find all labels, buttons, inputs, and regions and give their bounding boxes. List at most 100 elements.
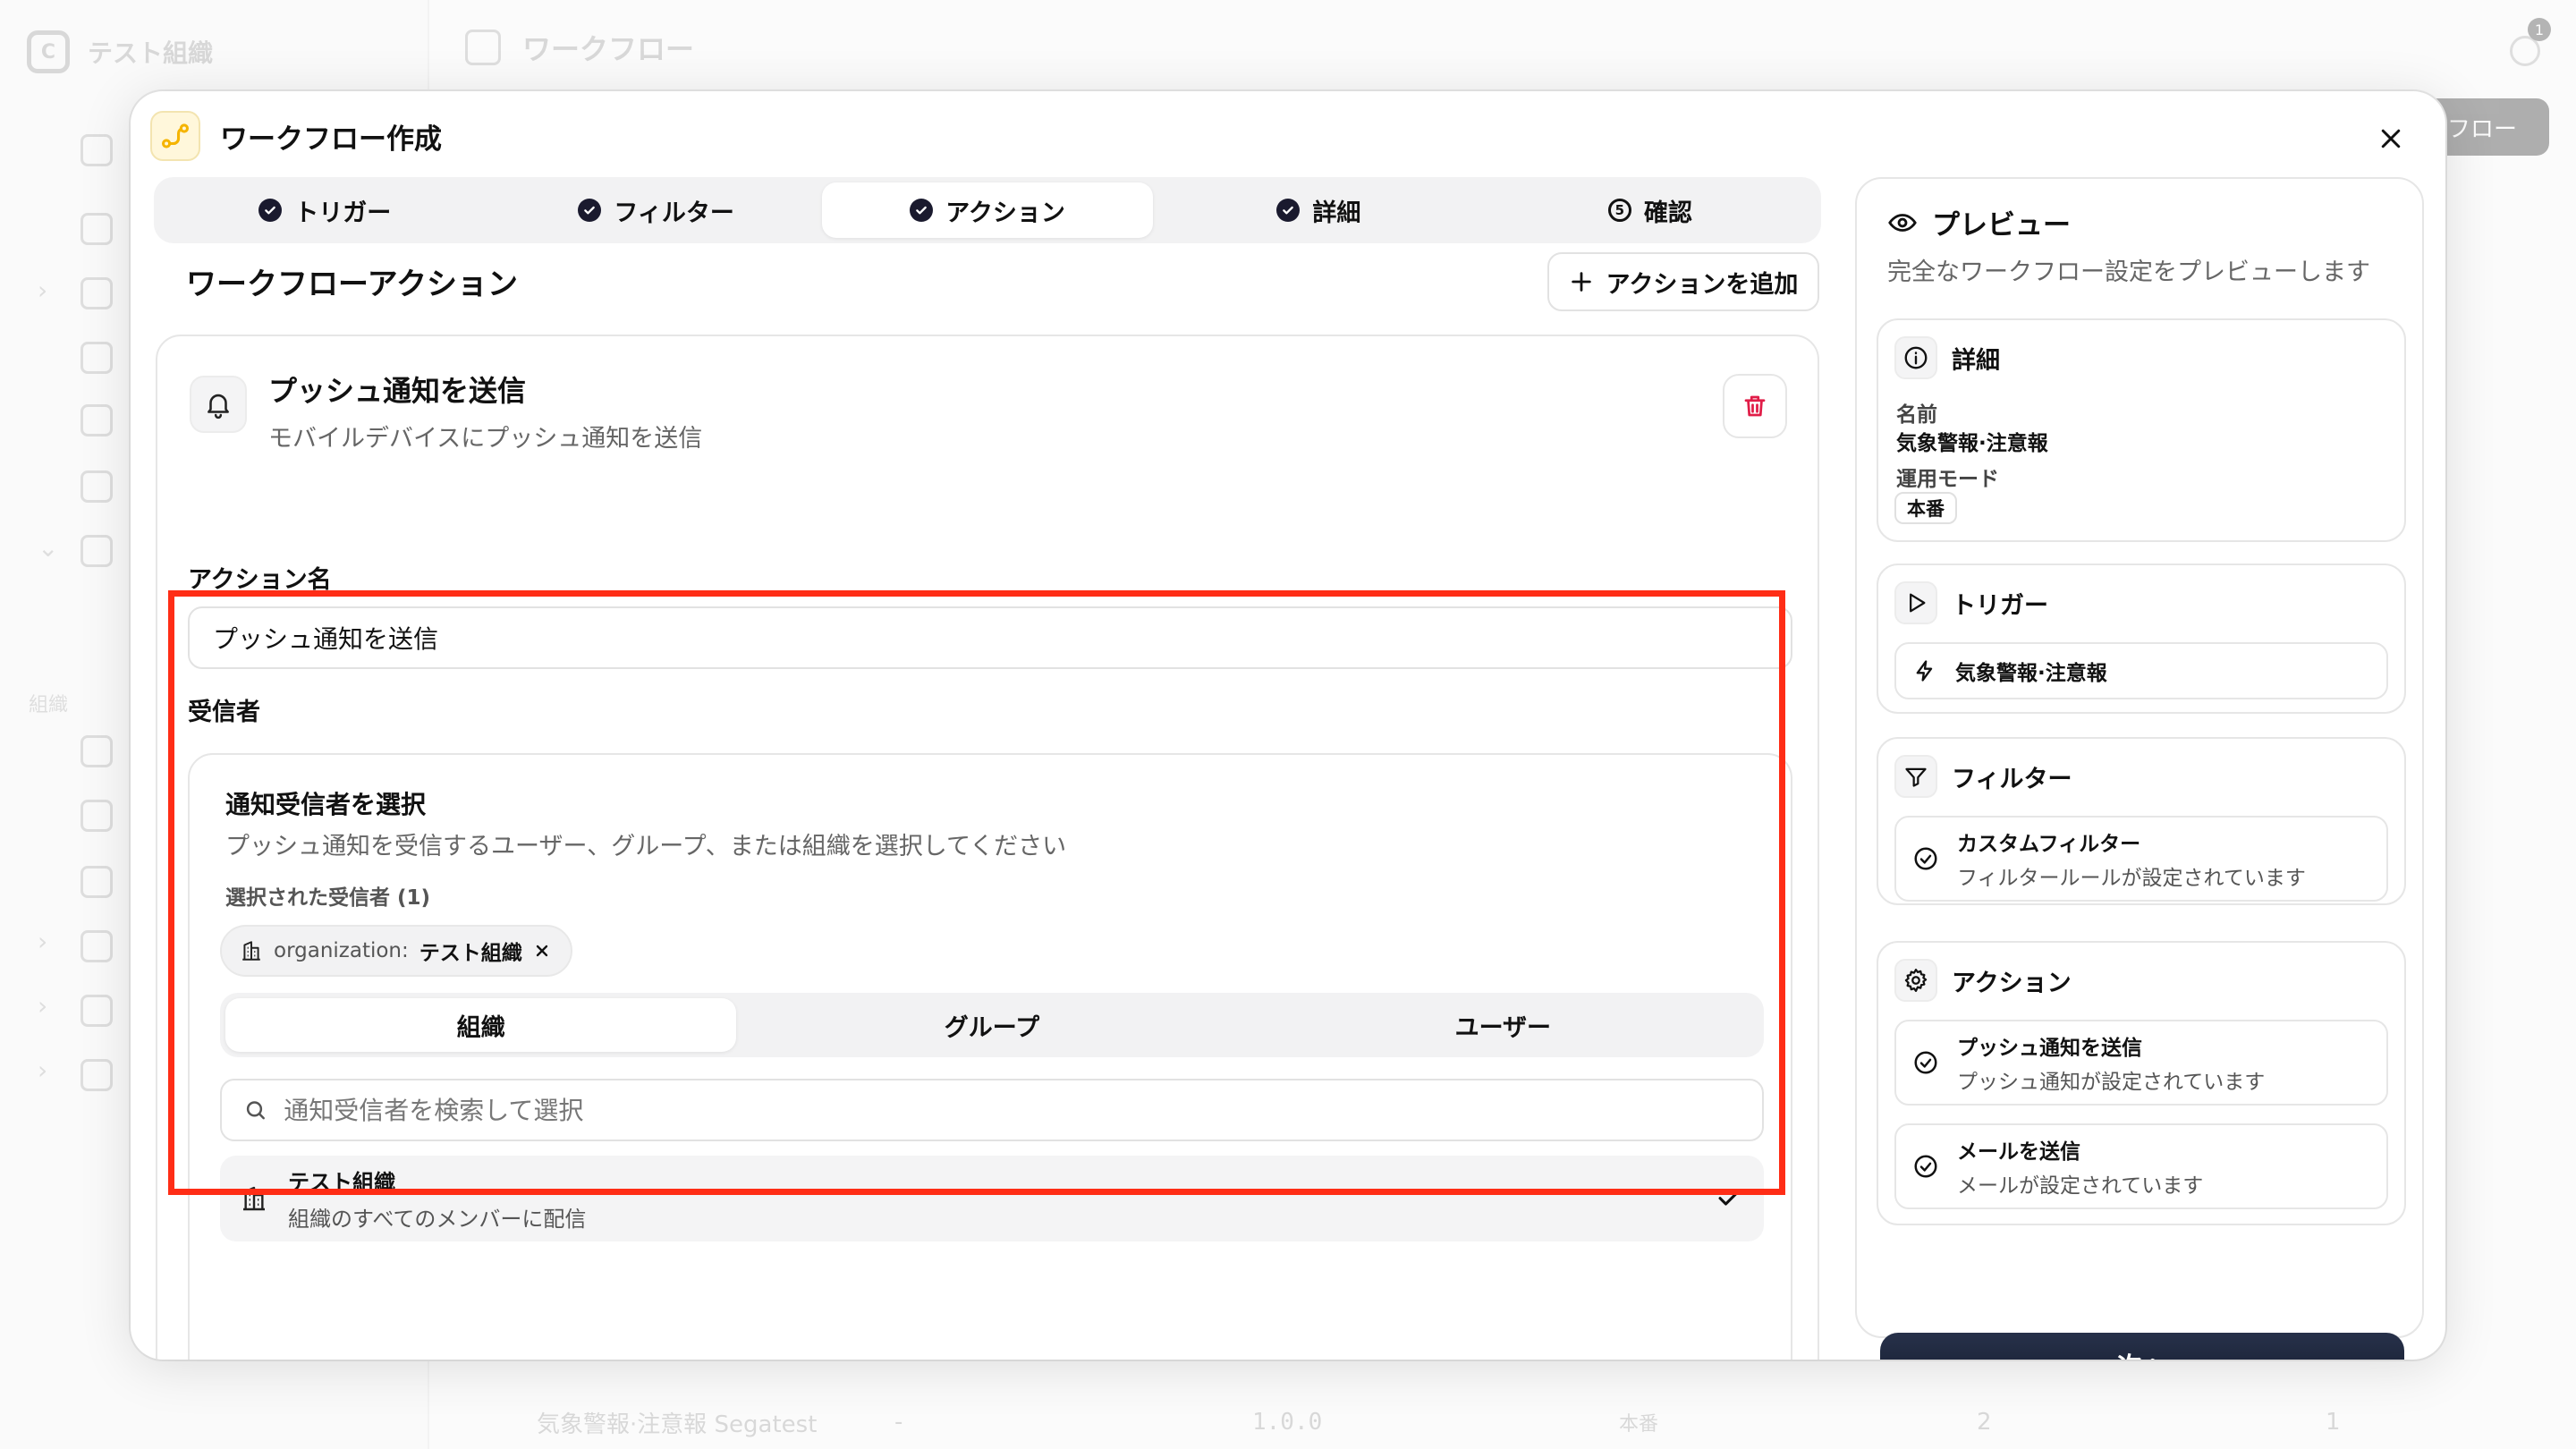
preview-trigger-header: トリガー (1894, 581, 2048, 624)
action-name-input[interactable] (188, 606, 1792, 669)
recipient-search-input[interactable] (284, 1095, 1741, 1125)
check-circle-icon (1914, 847, 1937, 870)
close-icon (536, 945, 547, 957)
name-label: 名前 (1896, 403, 1937, 427)
bg-org-name: テスト組織 (88, 38, 214, 68)
bg-page-header: ワークフロー (465, 27, 694, 68)
check-circle-icon (258, 199, 283, 222)
preview-filter-item-title: カスタムフィルター (1957, 833, 2141, 856)
bg-table-row: 気象警報·注意報 Segatest - 1.0.0 本番 2 1 (483, 1395, 2522, 1449)
bg-page-title: ワークフロー (522, 32, 695, 66)
recipient-option-title: テスト組織 (288, 1170, 395, 1195)
step-label: アクション (945, 199, 1065, 227)
action-title: プッシュ通知を送信 (268, 374, 527, 408)
step-confirm[interactable]: 5 確認 (1485, 182, 1816, 238)
mode-badge: 本番 (1894, 492, 1957, 524)
step-label: トリガー (294, 199, 392, 227)
preview-title-text: プレビュー (1932, 209, 2071, 242)
preview-filter-item: カスタムフィルター フィルタールールが設定されています (1894, 816, 2388, 902)
layers-icon (80, 342, 113, 374)
recipient-option[interactable]: テスト組織 組織のすべてのメンバーに配信 (220, 1156, 1764, 1241)
hierarchy-icon (80, 995, 113, 1027)
workflow-icon (465, 30, 501, 65)
tab-organization[interactable]: 組織 (225, 998, 737, 1052)
delete-action-button[interactable] (1723, 374, 1787, 438)
step-action[interactable]: アクション (821, 182, 1154, 238)
app-logo-icon: C (27, 30, 70, 73)
preview-filter-header: フィルター (1894, 755, 2072, 798)
step-label: 確認 (1643, 199, 1692, 227)
preview-actions-header: アクション (1894, 959, 2072, 1002)
tab-user[interactable]: ユーザー (1248, 998, 1758, 1052)
bg-row-name: 気象警報·注意報 Segatest (537, 1411, 818, 1438)
action-header: プッシュ通知を送信 モバイルデバイスにプッシュ通知を送信 (190, 369, 702, 453)
preview-trigger-item: 気象警報·注意報 (1894, 642, 2388, 699)
cube-icon (80, 277, 113, 309)
recipient-selector: 通知受信者を選択 プッシュ通知を受信するユーザー、グループ、または組織を選択して… (188, 753, 1792, 1360)
preview-filter-title: フィルター (1952, 765, 2072, 793)
close-icon (2381, 129, 2401, 148)
recipient-search (220, 1079, 1764, 1141)
remove-recipient-button[interactable] (533, 942, 551, 960)
chevron-right-icon: › (38, 927, 48, 956)
recipient-type-tabs: 組織 グループ ユーザー (220, 993, 1764, 1057)
preview-trigger-item-label: 気象警報·注意報 (1955, 662, 2107, 685)
check-icon (1714, 1182, 1744, 1216)
step-label: フィルター (614, 199, 734, 227)
map-icon (80, 134, 113, 166)
recipients-label: 受信者 (188, 699, 260, 726)
modal-header: ワークフロー作成 (150, 111, 442, 161)
bg-org-switcher: C テスト組織 (27, 30, 213, 73)
action-name-label: アクション名 (188, 566, 332, 594)
home-icon (80, 213, 113, 245)
check-circle-icon (1276, 199, 1301, 222)
chevron-down-icon: ⌄ (38, 533, 59, 563)
play-icon (1894, 581, 1937, 624)
chevron-right-icon: › (38, 275, 48, 305)
preview-action-item-title: メールを送信 (1957, 1140, 2080, 1164)
bg-row-count-b: 1 (2326, 1409, 2341, 1436)
recipient-chip: organization: テスト組織 (220, 925, 572, 977)
gear-icon (1894, 959, 1937, 1002)
preview-panel: プレビュー 完全なワークフロー設定をプレビューします 詳細 名前 気象警報·注意… (1855, 177, 2424, 1360)
bg-section-label: 組織 (29, 694, 69, 716)
preview-action-item: プッシュ通知を送信 プッシュ通知が設定されています (1894, 1020, 2388, 1106)
bg-row-count-a: 2 (1977, 1409, 1992, 1436)
step-label: 詳細 (1312, 199, 1361, 227)
preview-action-item-desc: メールが設定されています (1957, 1174, 2204, 1198)
mode-label: 運用モード (1896, 468, 1999, 491)
next-button[interactable]: 次へ (1880, 1333, 2404, 1360)
recipient-selector-title: 通知受信者を選択 (225, 790, 427, 819)
selected-recipients-label: 選択された受信者 (1) (225, 886, 431, 910)
add-action-button[interactable]: アクションを追加 (1547, 252, 1819, 311)
step-filter[interactable]: フィルター (490, 182, 821, 238)
step-trigger[interactable]: トリガー (159, 182, 490, 238)
action-card: プッシュ通知を送信 モバイルデバイスにプッシュ通知を送信 アクション名 受信者 … (156, 335, 1819, 1360)
preview-filter-card: フィルター カスタムフィルター フィルタールールが設定されています (1877, 737, 2406, 905)
chip-type: organization: (274, 939, 409, 962)
wizard-stepper: トリガー フィルター アクション 詳細 5 確認 (154, 177, 1821, 243)
trash-icon (1744, 395, 1766, 417)
workflow-icon (80, 535, 113, 567)
step-details[interactable]: 詳細 (1153, 182, 1484, 238)
inbox-icon (80, 930, 113, 962)
gear-icon (80, 1059, 113, 1091)
step-number-icon: 5 (1607, 199, 1631, 222)
bg-row-mode: 本番 (1619, 1413, 1659, 1436)
group-icon (80, 800, 113, 832)
lightning-icon (1916, 660, 1933, 682)
preview-trigger-title: トリガー (1952, 591, 2048, 620)
check-circle-icon (1914, 1155, 1937, 1178)
bell-icon (190, 376, 247, 433)
tab-group[interactable]: グループ (736, 998, 1247, 1052)
eye-icon (1888, 213, 1917, 232)
calendar-icon (80, 866, 113, 898)
building-icon (243, 1186, 265, 1211)
pen-icon (80, 404, 113, 436)
preview-title: プレビュー (1887, 202, 2071, 242)
workflow-icon (150, 111, 200, 161)
close-button[interactable] (2368, 116, 2413, 161)
preview-actions-title: アクション (1952, 969, 2072, 997)
preview-details-header: 詳細 (1894, 336, 2000, 379)
filter-icon (1894, 755, 1937, 798)
